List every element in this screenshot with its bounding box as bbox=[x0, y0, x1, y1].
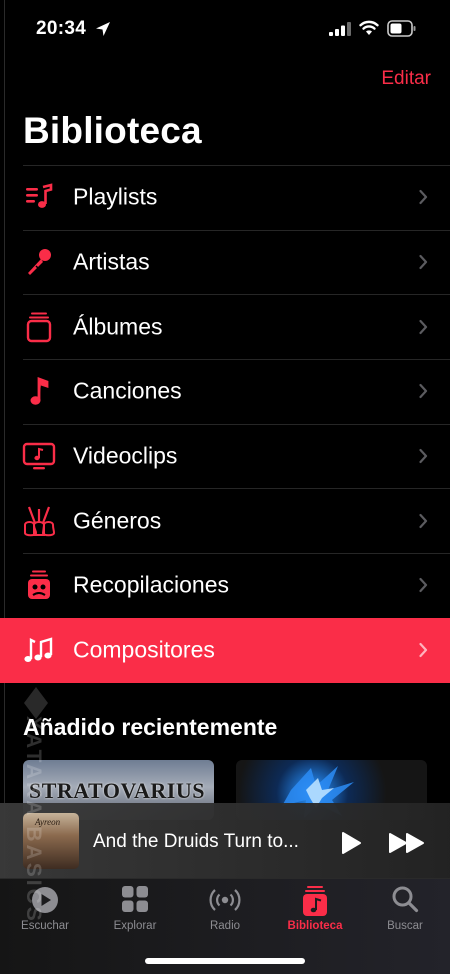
chevron-right-icon bbox=[419, 643, 428, 658]
artwork-text: Ayreon bbox=[35, 817, 61, 827]
fast-forward-icon[interactable] bbox=[388, 831, 428, 855]
music-note-icon bbox=[22, 374, 56, 408]
chevron-right-icon bbox=[419, 254, 428, 270]
library-item-label: Compositores bbox=[73, 636, 215, 663]
album-art-text: STRATOVARIUS bbox=[29, 778, 205, 803]
compilation-icon bbox=[22, 568, 56, 602]
library-item-artists[interactable]: Artistas bbox=[0, 229, 450, 295]
guitars-icon bbox=[22, 504, 56, 538]
tab-library[interactable]: Biblioteca bbox=[270, 879, 360, 939]
tv-music-icon bbox=[22, 439, 56, 473]
home-indicator[interactable] bbox=[145, 958, 305, 964]
tab-search[interactable]: Buscar bbox=[360, 879, 450, 939]
divider bbox=[23, 423, 450, 425]
recently-added-title: Añadido recientemente bbox=[23, 714, 278, 740]
library-item-label: Álbumes bbox=[73, 313, 163, 340]
battery-icon bbox=[387, 20, 416, 37]
library-item-label: Canciones bbox=[73, 377, 182, 404]
grid-icon bbox=[122, 886, 148, 912]
library-note-icon bbox=[303, 886, 327, 916]
playlist-icon bbox=[22, 180, 56, 214]
microphone-icon bbox=[22, 245, 56, 279]
tab-label: Biblioteca bbox=[287, 920, 343, 932]
now-playing-title: And the Druids Turn to... bbox=[93, 831, 299, 852]
divider bbox=[23, 165, 450, 166]
status-time: 20:34 bbox=[36, 18, 87, 39]
chevron-right-icon bbox=[419, 578, 428, 593]
chevron-right-icon bbox=[419, 319, 428, 334]
library-item-label: Géneros bbox=[73, 507, 162, 534]
mini-player[interactable]: Ayreon And the Druids Turn to... bbox=[0, 803, 450, 878]
tab-radio[interactable]: Radio bbox=[180, 879, 270, 939]
tab-explore[interactable]: Explorar bbox=[90, 879, 180, 939]
play-icon[interactable] bbox=[340, 831, 362, 855]
library-item-label: Artistas bbox=[73, 248, 150, 275]
library-item-genres[interactable]: Géneros bbox=[0, 488, 450, 553]
location-arrow-icon bbox=[96, 22, 110, 36]
play-circle-icon bbox=[32, 887, 58, 913]
edit-button[interactable]: Editar bbox=[381, 68, 431, 90]
album-stack-icon bbox=[22, 310, 56, 344]
tab-label: Radio bbox=[209, 920, 241, 932]
search-icon bbox=[392, 886, 419, 913]
library-item-label: Videoclips bbox=[73, 442, 178, 469]
divider bbox=[23, 488, 450, 490]
library-item-songs[interactable]: Canciones bbox=[0, 359, 450, 424]
divider bbox=[23, 553, 450, 555]
tab-listen[interactable]: Escuchar bbox=[0, 879, 90, 939]
tab-label: Escuchar bbox=[21, 920, 69, 932]
chevron-right-icon bbox=[419, 448, 428, 464]
library-item-videoclips[interactable]: Videoclips bbox=[0, 423, 450, 489]
library-item-label: Recopilaciones bbox=[73, 571, 229, 598]
radio-waves-icon bbox=[209, 889, 241, 911]
chevron-right-icon bbox=[419, 513, 428, 528]
chevron-right-icon bbox=[419, 384, 428, 399]
library-item-composers[interactable]: Compositores bbox=[0, 617, 450, 683]
library-item-playlists[interactable]: Playlists bbox=[0, 165, 450, 230]
tab-label: Buscar bbox=[387, 920, 423, 932]
now-playing-artwork: Ayreon bbox=[23, 813, 79, 869]
divider bbox=[23, 359, 450, 361]
tab-label: Explorar bbox=[113, 920, 157, 932]
library-list: Playlists Artistas Álbumes Canciones Vid… bbox=[0, 165, 450, 683]
library-item-label: Playlists bbox=[73, 183, 158, 210]
library-item-albums[interactable]: Álbumes bbox=[0, 294, 450, 359]
library-item-compilations[interactable]: Recopilaciones bbox=[0, 553, 450, 618]
page-title: Biblioteca bbox=[23, 110, 202, 151]
signal-icon bbox=[329, 22, 351, 36]
wifi-icon bbox=[359, 20, 379, 35]
composer-notes-icon bbox=[22, 633, 56, 667]
status-bar: 20:34 bbox=[0, 0, 450, 60]
chevron-right-icon bbox=[419, 190, 428, 205]
divider bbox=[23, 294, 450, 296]
divider bbox=[23, 229, 450, 231]
